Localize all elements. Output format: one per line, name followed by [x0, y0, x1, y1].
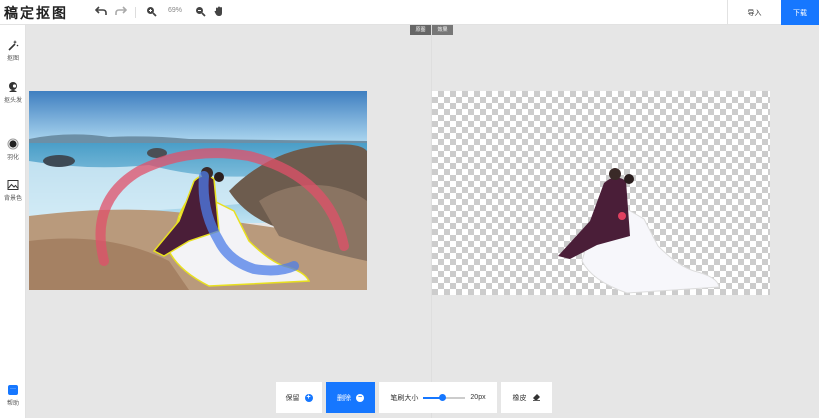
keep-brush-button[interactable]: 保留 + [276, 382, 322, 413]
tab-result[interactable]: 效果 [432, 25, 453, 35]
hand-pan-icon[interactable] [212, 4, 226, 18]
sidebar-item-label: 羽化 [6, 155, 19, 161]
app-logo: 稿定抠图 [4, 6, 68, 22]
download-button[interactable]: 下载 [781, 0, 819, 25]
sidebar-item-background-color[interactable]: 背景色 [0, 178, 26, 202]
original-image-canvas[interactable] [29, 91, 367, 290]
eraser-button[interactable]: 橡皮 [501, 382, 552, 413]
erase-brush-button[interactable]: 删除 − [326, 382, 375, 413]
sidebar-item-feather[interactable]: 羽化 [0, 137, 26, 161]
import-button[interactable]: 导入 [727, 0, 781, 25]
cutout-subject [558, 168, 720, 294]
eraser-label: 橡皮 [512, 394, 527, 402]
sidebar-item-label: 背景色 [3, 196, 22, 202]
slider-handle[interactable] [439, 393, 447, 401]
keep-brush-label: 保留 [285, 394, 300, 402]
left-sidebar: 抠图 抠头发 羽化 背景色 ··· 帮助 [0, 25, 26, 418]
sidebar-item-cutout[interactable]: 抠图 [0, 38, 26, 62]
sidebar-item-label: 抠图 [6, 56, 19, 62]
chat-help-icon: ··· [8, 385, 18, 395]
help-button[interactable]: ··· 帮助 [0, 385, 26, 407]
eraser-icon [532, 393, 541, 403]
erase-brush-label: 删除 [337, 394, 351, 402]
brush-size-slider[interactable] [423, 393, 466, 401]
zoom-in-icon[interactable] [144, 4, 158, 18]
background-color-icon [7, 178, 19, 190]
minus-circle-icon: − [356, 393, 364, 402]
undo-icon[interactable] [94, 4, 108, 18]
feather-circle-icon [7, 137, 19, 150]
sidebar-item-hair[interactable]: 抠头发 [0, 80, 26, 104]
hair-icon [7, 80, 19, 92]
zoom-out-icon[interactable] [193, 4, 207, 18]
help-label: 帮助 [6, 401, 19, 407]
brush-size-label: 笔刷大小 [390, 394, 419, 402]
redo-icon[interactable] [114, 4, 128, 18]
original-photo [29, 91, 367, 290]
plus-circle-icon: + [304, 393, 313, 402]
result-preview-canvas[interactable] [432, 91, 770, 295]
brush-size-control: 笔刷大小 20px [379, 382, 497, 413]
brush-toolbar: 保留 + 删除 − 笔刷大小 20px 橡皮 [276, 382, 552, 413]
tab-original[interactable]: 原图 [410, 25, 431, 35]
zoom-level: 69% [168, 7, 183, 14]
brush-size-value: 20px [470, 394, 486, 401]
magic-wand-icon [7, 38, 19, 51]
top-toolbar: 稿定抠图 69% 导入 下载 [0, 0, 819, 25]
toolbar-divider [135, 7, 136, 18]
sidebar-item-label: 抠头发 [3, 98, 22, 104]
view-toggle: 原图 效果 [410, 25, 453, 35]
